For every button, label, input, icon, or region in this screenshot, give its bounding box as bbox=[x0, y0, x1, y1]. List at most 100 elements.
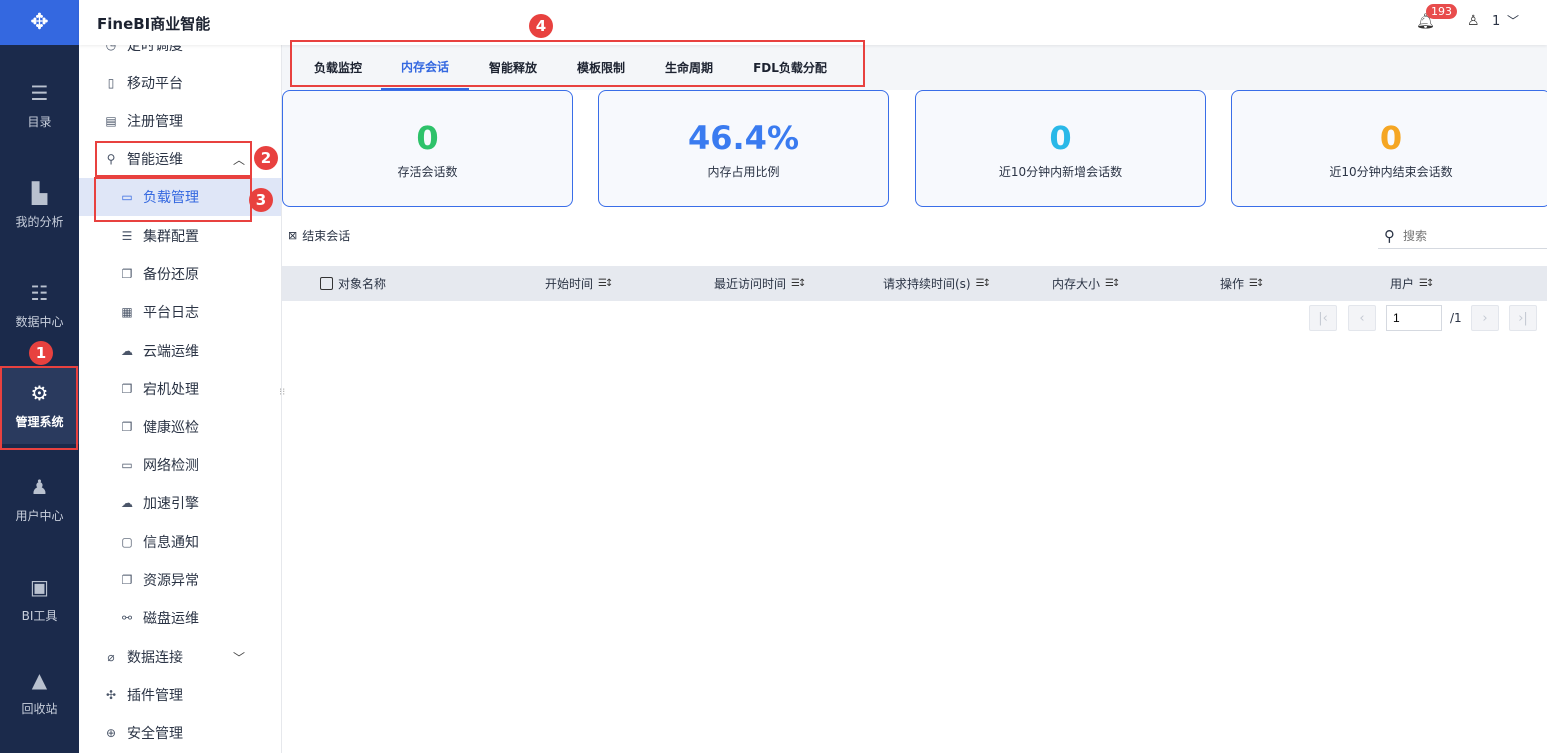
end-session-button[interactable]: ⊠ 结束会话 bbox=[288, 227, 350, 244]
catalog-icon: ☰ bbox=[30, 80, 49, 105]
search-box[interactable]: ⚲ bbox=[1378, 223, 1547, 249]
message-icon: ▢ bbox=[121, 535, 133, 549]
chevron-down-icon[interactable]: ﹀ bbox=[1507, 12, 1519, 29]
rail-label: 目录 bbox=[27, 114, 52, 129]
search-input[interactable] bbox=[1403, 228, 1523, 243]
sidebar-item-health[interactable]: ❐ 健康巡检 bbox=[79, 409, 281, 445]
stat-card-new-sessions: 0 近10分钟内新增会话数 bbox=[915, 90, 1206, 207]
stat-label: 内存占用比例 bbox=[707, 165, 780, 179]
sidebar-label: 智能运维 bbox=[127, 152, 183, 168]
tab-template-limit[interactable]: 模板限制 bbox=[562, 45, 640, 90]
rail-label: 用户中心 bbox=[15, 508, 64, 523]
annotation-number-4: 4 bbox=[529, 14, 553, 38]
tab-load-monitor[interactable]: 负载监控 bbox=[300, 45, 376, 90]
sidebar-item-backup[interactable]: ❐ 备份还原 bbox=[79, 256, 281, 292]
sidebar-item-schedule[interactable]: ◷ 定时调度 bbox=[79, 45, 281, 63]
sidebar-item-crash[interactable]: ❐ 宕机处理 bbox=[79, 371, 281, 407]
rail-item-user-center[interactable]: ♟ 用户中心 bbox=[0, 460, 79, 538]
column-memory-size[interactable]: 内存大小 ☰↕ bbox=[1052, 266, 1120, 301]
sidebar-item-cluster[interactable]: ☰ 集群配置 bbox=[79, 218, 281, 254]
sidebar-item-security[interactable]: ⊕ 安全管理 bbox=[79, 715, 281, 751]
sidebar-item-cloud-ops[interactable]: ☁ 云端运维 bbox=[79, 333, 281, 369]
server-icon: ☰ bbox=[121, 229, 133, 243]
sidebar-item-resource[interactable]: ❐ 资源异常 bbox=[79, 562, 281, 598]
rail-item-data-center[interactable]: ☷ 数据中心 bbox=[0, 266, 79, 344]
tab-smart-release[interactable]: 智能释放 bbox=[474, 45, 552, 90]
sidebar-label: 宕机处理 bbox=[143, 382, 199, 398]
resize-handle[interactable]: ⁝⁝ bbox=[279, 388, 285, 398]
cloud-icon: ☁ bbox=[121, 344, 133, 358]
sidebar-item-accelerate[interactable]: ☁ 加速引擎 bbox=[79, 485, 281, 521]
sidebar-label: 备份还原 bbox=[143, 267, 199, 283]
column-user[interactable]: 用户 ☰↕ bbox=[1390, 266, 1434, 301]
sidebar-label: 云端运维 bbox=[143, 344, 199, 360]
gear-icon: ⚙ bbox=[30, 380, 49, 405]
stat-card-memory-ratio: 46.4% 内存占用比例 bbox=[598, 90, 889, 207]
top-header: FineBI商业智能 🔔︎ 193 ♙ 1 ﹀ bbox=[79, 0, 1547, 45]
logo-icon[interactable]: ✥ bbox=[0, 0, 79, 45]
sort-icon[interactable]: ☰↕ bbox=[1105, 278, 1120, 289]
chevron-up-icon: ︿ bbox=[232, 152, 245, 167]
sidebar-item-notify[interactable]: ▢ 信息通知 bbox=[79, 524, 281, 560]
sidebar-item-disk[interactable]: ⚯ 磁盘运维 bbox=[79, 600, 281, 636]
rail-label: 管理系统 bbox=[15, 414, 64, 429]
sidebar-item-log[interactable]: ▦ 平台日志 bbox=[79, 294, 281, 330]
column-object-name[interactable]: 对象名称 bbox=[320, 266, 386, 301]
sidebar-label: 定时调度 bbox=[127, 45, 183, 54]
app-title: FineBI商业智能 bbox=[97, 15, 211, 33]
sort-icon[interactable]: ☰↕ bbox=[598, 278, 613, 289]
column-label: 操作 bbox=[1220, 277, 1245, 291]
last-page-button[interactable]: ›| bbox=[1509, 305, 1537, 331]
sort-icon[interactable]: ☰↕ bbox=[1249, 278, 1264, 289]
search-icon: ⚲ bbox=[1384, 226, 1395, 245]
sidebar-item-data-connection[interactable]: ⌀ 数据连接 ﹀ bbox=[79, 639, 281, 675]
prev-page-button[interactable]: ‹ bbox=[1348, 305, 1376, 331]
sidebar-item-mobile[interactable]: ▯ 移动平台 bbox=[79, 65, 281, 101]
column-start-time[interactable]: 开始时间 ☰↕ bbox=[545, 266, 613, 301]
sidebar-item-network[interactable]: ▭ 网络检测 bbox=[79, 447, 281, 483]
annotation-number-3: 3 bbox=[249, 188, 273, 212]
page-total: /1 bbox=[1450, 311, 1462, 325]
sidebar-item-smart-ops[interactable]: ⚲ 智能运维 ︿ bbox=[79, 141, 281, 177]
sidebar-label: 健康巡检 bbox=[143, 420, 199, 436]
rail-item-recycle[interactable]: ▲ 回收站 bbox=[0, 653, 79, 731]
tab-memory-session[interactable]: 内存会话 bbox=[381, 45, 469, 90]
next-page-button[interactable]: › bbox=[1471, 305, 1499, 331]
tab-fdl-load[interactable]: FDL负载分配 bbox=[738, 45, 842, 90]
mobile-icon: ▯ bbox=[107, 76, 115, 90]
sidebar-item-register[interactable]: ▤ 注册管理 bbox=[79, 103, 281, 139]
column-duration[interactable]: 请求持续时间(s) ☰↕ bbox=[883, 266, 991, 301]
rail-item-analysis[interactable]: ▙ 我的分析 bbox=[0, 166, 79, 244]
rail-item-catalog[interactable]: ☰ 目录 bbox=[0, 66, 79, 144]
sidebar-label: 注册管理 bbox=[127, 114, 183, 130]
document-icon: ❐ bbox=[121, 573, 133, 587]
user-name[interactable]: 1 bbox=[1492, 14, 1500, 29]
shield-icon: ⊕ bbox=[105, 726, 117, 740]
share-icon: ⚯ bbox=[121, 611, 133, 625]
tab-bar: 负载监控 内存会话 智能释放 模板限制 生命周期 FDL负载分配 bbox=[282, 45, 1547, 90]
data-center-icon: ☷ bbox=[30, 280, 49, 305]
user-icon[interactable]: ♙ bbox=[1467, 13, 1480, 29]
column-label: 请求持续时间(s) bbox=[883, 277, 971, 291]
sort-icon[interactable]: ☰↕ bbox=[976, 278, 991, 289]
sidebar-label: 平台日志 bbox=[143, 305, 199, 321]
column-last-access[interactable]: 最近访问时间 ☰↕ bbox=[714, 266, 806, 301]
end-session-label: 结束会话 bbox=[302, 229, 351, 243]
card-icon: ▭ bbox=[121, 190, 133, 204]
sidebar-label: 数据连接 bbox=[127, 650, 183, 666]
rail-item-admin[interactable]: ⚙ 管理系统 bbox=[0, 366, 79, 444]
rail-label: 回收站 bbox=[21, 701, 58, 716]
column-operation[interactable]: 操作 ☰↕ bbox=[1220, 266, 1264, 301]
sort-icon[interactable]: ☰↕ bbox=[791, 278, 806, 289]
sort-icon[interactable]: ☰↕ bbox=[1419, 278, 1434, 289]
select-all-checkbox[interactable] bbox=[320, 277, 333, 290]
sidebar-item-plugins[interactable]: ✣ 插件管理 bbox=[79, 677, 281, 713]
tab-lifecycle[interactable]: 生命周期 bbox=[650, 45, 728, 90]
wrench-icon: ⚲ bbox=[106, 152, 116, 166]
rail-item-bi-tools[interactable]: ▣ BI工具 bbox=[0, 560, 79, 638]
cloud-icon: ☁ bbox=[121, 496, 133, 510]
main-content: 负载监控 内存会话 智能释放 模板限制 生命周期 FDL负载分配 0 存活会话数 … bbox=[279, 45, 1547, 753]
page-input[interactable] bbox=[1386, 305, 1442, 331]
annotation-number-2: 2 bbox=[254, 146, 278, 170]
first-page-button[interactable]: |‹ bbox=[1309, 305, 1337, 331]
